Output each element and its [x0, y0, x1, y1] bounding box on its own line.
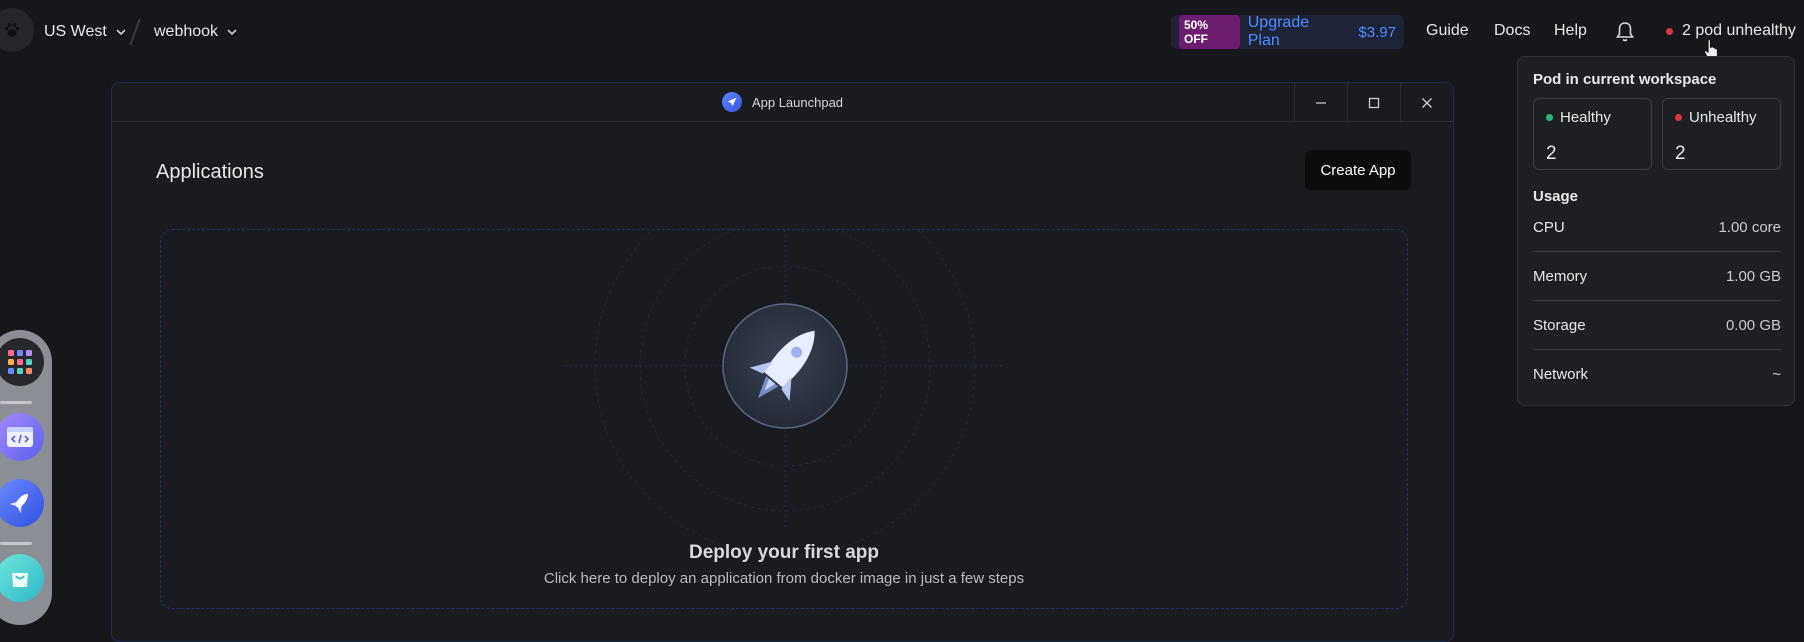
usage-label: Memory — [1533, 267, 1588, 285]
unhealthy-label-text: Unhealthy — [1689, 109, 1757, 126]
rocket-app-icon — [721, 92, 742, 112]
minimize-icon — [1316, 101, 1326, 104]
usage-label: Storage — [1533, 316, 1586, 334]
discount-badge: 50% OFF — [1179, 15, 1240, 49]
usage-label: Network — [1533, 365, 1589, 383]
pod-status-indicator[interactable]: 2 pod unhealthy — [1666, 22, 1796, 40]
usage-value: ~ — [1772, 365, 1781, 383]
usage-value: 1.00 GB — [1725, 267, 1781, 285]
breadcrumb-separator — [129, 19, 141, 45]
unhealthy-dot-icon — [1675, 114, 1682, 121]
chevron-down-icon — [116, 29, 126, 36]
region-label: US West — [44, 23, 107, 40]
usage-row-memory: Memory 1.00 GB — [1533, 252, 1781, 300]
help-link[interactable]: Help — [1554, 22, 1587, 40]
usage-row-cpu: CPU 1.00 core — [1533, 203, 1781, 251]
window-title-label: App Launchpad — [751, 94, 844, 110]
usage-value: 1.00 core — [1718, 218, 1781, 236]
healthy-label-text: Healthy — [1560, 109, 1611, 126]
maximize-icon — [1368, 97, 1380, 108]
healthy-count: 2 — [1546, 143, 1557, 164]
window-title: App Launchpad — [721, 92, 844, 112]
app-store-icon[interactable] — [0, 554, 44, 602]
empty-state-title: Deploy your first app — [688, 542, 880, 563]
deploy-first-app-dropzone[interactable]: Deploy your first app Click here to depl… — [160, 229, 1408, 609]
maximize-button[interactable] — [1347, 83, 1400, 122]
upgrade-plan-label: Upgrade Plan — [1247, 14, 1310, 49]
plan-price: $3.97 — [1358, 23, 1396, 41]
page-title: Applications — [156, 161, 264, 183]
code-editor-app-icon[interactable] — [0, 413, 44, 461]
healthy-label: Healthy — [1546, 109, 1611, 126]
guide-link[interactable]: Guide — [1426, 22, 1469, 40]
bell-icon[interactable] — [1615, 21, 1635, 43]
dock-divider — [0, 542, 32, 545]
create-app-button[interactable]: Create App — [1305, 150, 1411, 190]
unhealthy-dot-icon — [1666, 27, 1673, 35]
paw-logo-icon[interactable] — [0, 8, 34, 52]
usage-row-storage: Storage 0.00 GB — [1533, 301, 1781, 349]
top-bar: US West webhook 50% OFF Upgrade Plan $3.… — [0, 0, 1804, 64]
popover-title: Pod in current workspace — [1533, 71, 1717, 88]
close-button[interactable] — [1400, 83, 1453, 122]
dock-divider — [0, 401, 32, 404]
pod-status-popover: Pod in current workspace Healthy 2 Unhea… — [1517, 56, 1795, 406]
unhealthy-count: 2 — [1675, 143, 1686, 164]
region-selector[interactable]: US West — [44, 20, 127, 44]
workspace-selector[interactable]: webhook — [154, 20, 238, 44]
window-titlebar[interactable]: App Launchpad — [112, 83, 1453, 122]
healthy-dot-icon — [1546, 114, 1553, 121]
chevron-down-icon — [227, 29, 237, 36]
pod-status-label: 2 pod unhealthy — [1682, 22, 1796, 39]
healthy-pods-card: Healthy 2 — [1533, 98, 1652, 170]
app-grid-icon[interactable] — [0, 338, 44, 386]
usage-label: CPU — [1533, 218, 1565, 236]
rocket-launchpad-app-icon[interactable] — [0, 479, 44, 527]
docs-link[interactable]: Docs — [1494, 22, 1530, 40]
upgrade-plan-button[interactable]: 50% OFF Upgrade Plan $3.97 — [1171, 14, 1404, 49]
unhealthy-pods-card: Unhealthy 2 — [1662, 98, 1781, 170]
app-dock — [0, 330, 52, 625]
minimize-button[interactable] — [1294, 83, 1347, 122]
unhealthy-label: Unhealthy — [1675, 109, 1757, 126]
usage-value: 0.00 GB — [1725, 316, 1781, 334]
empty-state-subtitle: Click here to deploy an application from… — [543, 570, 1025, 587]
usage-row-network: Network ~ — [1533, 350, 1781, 398]
app-launchpad-window: App Launchpad Applications Create App De… — [111, 82, 1454, 642]
workspace-label: webhook — [154, 23, 219, 40]
close-icon — [1422, 97, 1432, 108]
